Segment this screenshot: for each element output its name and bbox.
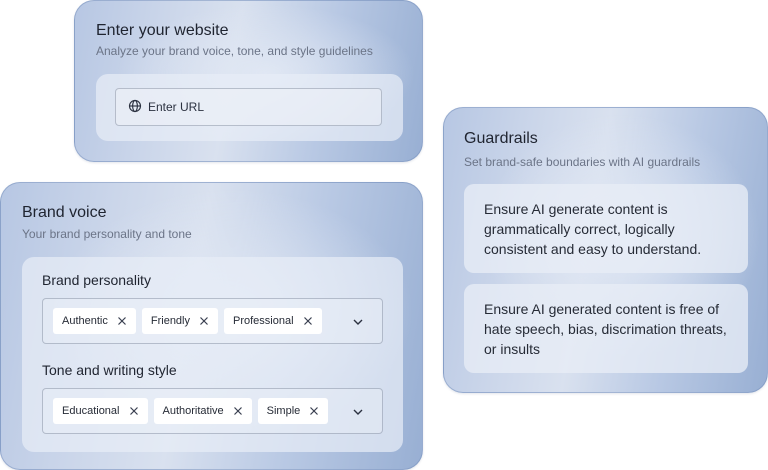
close-icon[interactable] bbox=[303, 316, 313, 326]
chip-label: Simple bbox=[266, 405, 301, 417]
brand-voice-title: Brand voice bbox=[22, 204, 107, 221]
website-subtitle: Analyze your brand voice, tone, and styl… bbox=[96, 44, 373, 58]
globe-icon bbox=[128, 99, 142, 116]
url-input[interactable]: Enter URL bbox=[115, 88, 382, 126]
chip-label: Authentic bbox=[62, 315, 108, 327]
chip: Simple bbox=[257, 398, 329, 424]
guardrails-subtitle: Set brand-safe boundaries with AI guardr… bbox=[464, 155, 701, 169]
chevron-down-icon[interactable] bbox=[352, 315, 364, 327]
chip-label: Professional bbox=[233, 315, 294, 327]
chip-label: Educational bbox=[62, 405, 120, 417]
close-icon[interactable] bbox=[309, 406, 319, 416]
guardrails-title: Guardrails bbox=[464, 130, 538, 147]
website-card: Enter your website Analyze your brand vo… bbox=[74, 0, 423, 162]
guardrail-rule: Ensure AI generate content is grammatica… bbox=[464, 184, 748, 273]
close-icon[interactable] bbox=[129, 406, 139, 416]
tone-style-select[interactable]: Educational Authoritative Simple bbox=[42, 388, 383, 434]
chip: Friendly bbox=[141, 308, 218, 334]
close-icon[interactable] bbox=[117, 316, 127, 326]
brand-personality-select[interactable]: Authentic Friendly Professional bbox=[42, 298, 383, 344]
website-panel: Enter URL bbox=[96, 74, 403, 141]
brand-voice-card: Brand voice Your brand personality and t… bbox=[0, 182, 423, 470]
chevron-down-icon[interactable] bbox=[352, 405, 364, 417]
brand-personality-label: Brand personality bbox=[42, 272, 151, 288]
chip-label: Friendly bbox=[150, 315, 190, 327]
guardrails-card: Guardrails Set brand-safe boundaries wit… bbox=[443, 107, 768, 393]
guardrail-rule: Ensure AI generated content is free of h… bbox=[464, 284, 748, 373]
brand-voice-panel: Brand personality Authentic Friendly Pro… bbox=[22, 257, 403, 452]
brand-voice-subtitle: Your brand personality and tone bbox=[22, 227, 192, 241]
close-icon[interactable] bbox=[199, 316, 209, 326]
chip: Professional bbox=[224, 308, 322, 334]
chip: Educational bbox=[53, 398, 148, 424]
url-placeholder: Enter URL bbox=[148, 100, 205, 114]
chip: Authoritative bbox=[153, 398, 252, 424]
chip-label: Authoritative bbox=[162, 405, 224, 417]
website-title: Enter your website bbox=[96, 22, 229, 39]
chip: Authentic bbox=[53, 308, 136, 334]
close-icon[interactable] bbox=[233, 406, 243, 416]
tone-style-label: Tone and writing style bbox=[42, 362, 177, 378]
